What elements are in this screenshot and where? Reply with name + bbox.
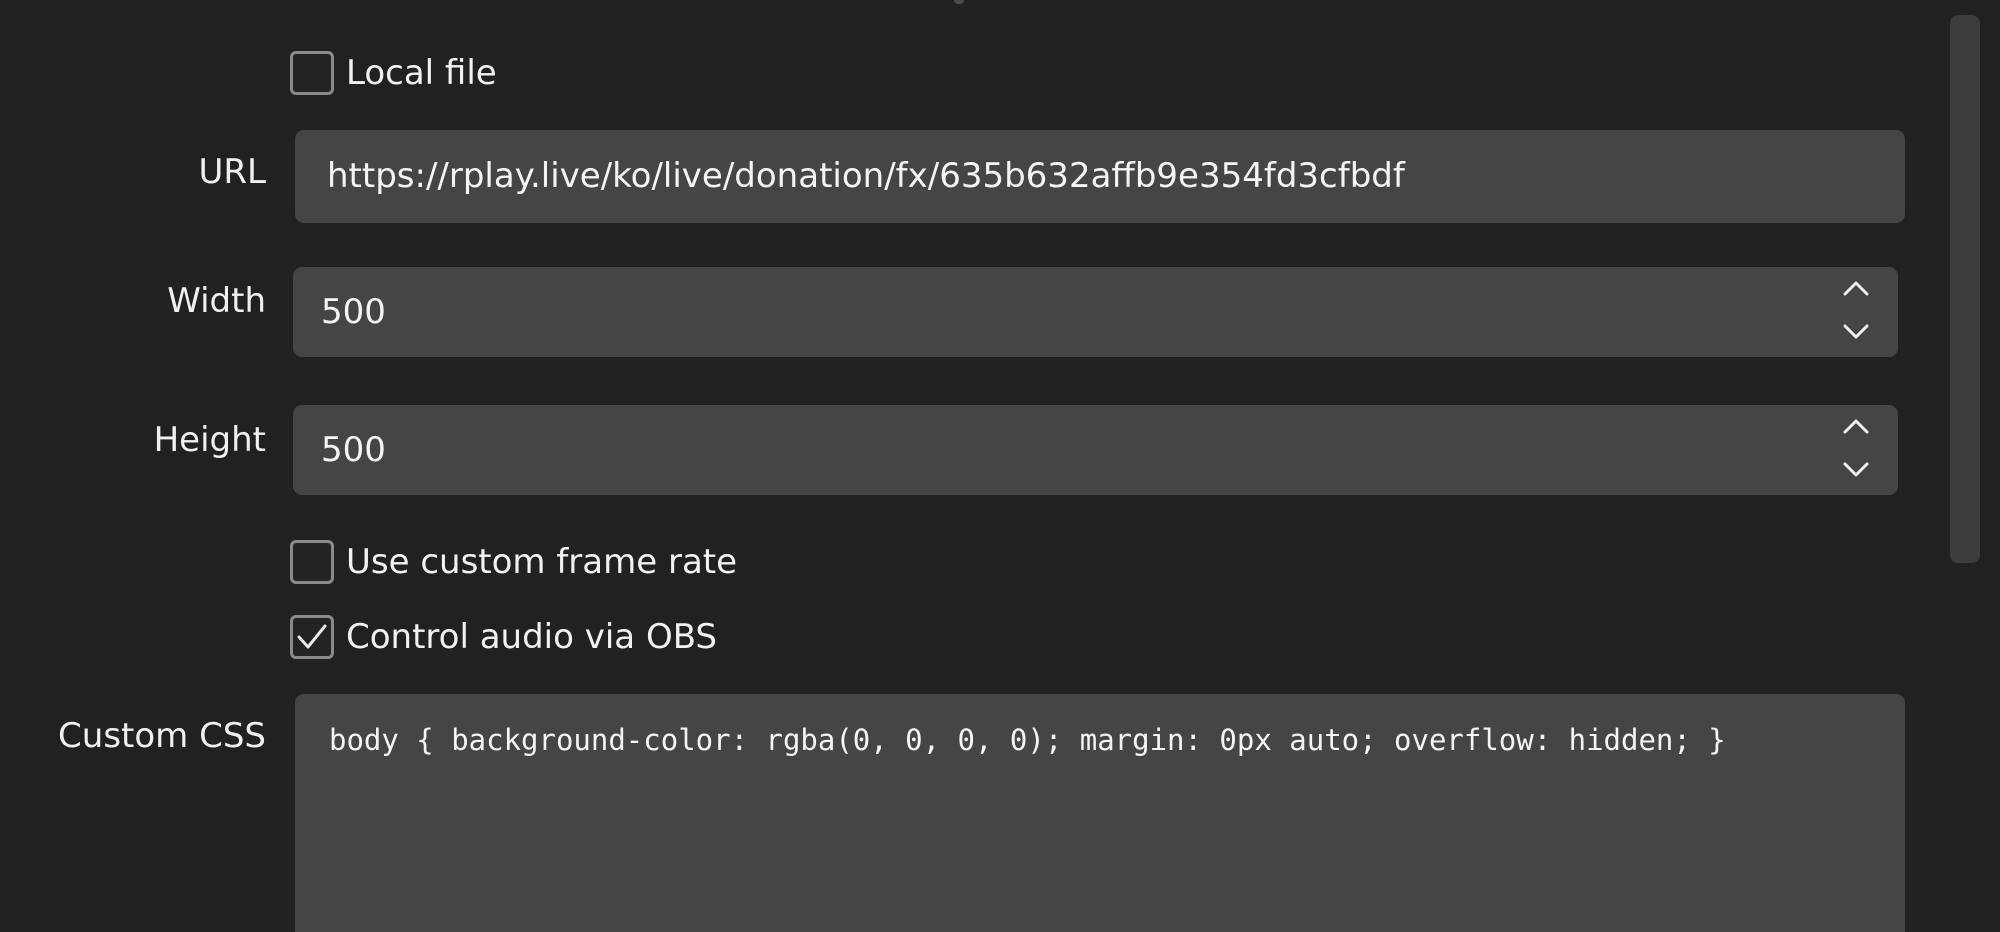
url-input[interactable]: https://rplay.live/ko/live/donation/fx/6… bbox=[295, 130, 1905, 223]
resize-handle bbox=[954, 0, 964, 4]
height-label: Height bbox=[153, 420, 266, 460]
url-input-value: https://rplay.live/ko/live/donation/fx/6… bbox=[327, 156, 1405, 196]
local-file-label: Local file bbox=[346, 53, 497, 93]
local-file-checkbox-row[interactable]: Local file bbox=[290, 49, 497, 97]
width-spinbox-value: 500 bbox=[321, 292, 386, 332]
control-audio-checkbox-row[interactable]: Control audio via OBS bbox=[290, 613, 717, 661]
url-label: URL bbox=[198, 152, 266, 192]
local-file-checkbox[interactable] bbox=[290, 51, 334, 95]
custom-frame-rate-checkbox-row[interactable]: Use custom frame rate bbox=[290, 538, 737, 586]
height-spin-arrows bbox=[1838, 417, 1874, 483]
control-audio-label: Control audio via OBS bbox=[346, 617, 718, 657]
chevron-up-icon[interactable] bbox=[1842, 279, 1870, 301]
chevron-down-icon[interactable] bbox=[1842, 323, 1870, 345]
custom-css-label: Custom CSS bbox=[58, 716, 266, 756]
custom-frame-rate-checkbox[interactable] bbox=[290, 540, 334, 584]
custom-css-value: body { background-color: rgba(0, 0, 0, 0… bbox=[329, 723, 1726, 757]
chevron-up-icon[interactable] bbox=[1842, 417, 1870, 439]
height-spinbox[interactable]: 500 bbox=[293, 405, 1898, 495]
scrollbar-thumb[interactable] bbox=[1950, 15, 1980, 563]
chevron-down-icon[interactable] bbox=[1842, 461, 1870, 483]
checkmark-icon bbox=[297, 624, 327, 649]
width-spinbox[interactable]: 500 bbox=[293, 267, 1898, 357]
browser-source-properties-panel: Local file URL https://rplay.live/ko/liv… bbox=[0, 0, 2000, 932]
custom-frame-rate-label: Use custom frame rate bbox=[346, 542, 738, 582]
control-audio-checkbox[interactable] bbox=[290, 615, 334, 659]
width-label: Width bbox=[167, 281, 266, 321]
height-spinbox-value: 500 bbox=[321, 430, 386, 470]
width-spin-arrows bbox=[1838, 279, 1874, 345]
custom-css-textarea[interactable]: body { background-color: rgba(0, 0, 0, 0… bbox=[295, 694, 1905, 932]
